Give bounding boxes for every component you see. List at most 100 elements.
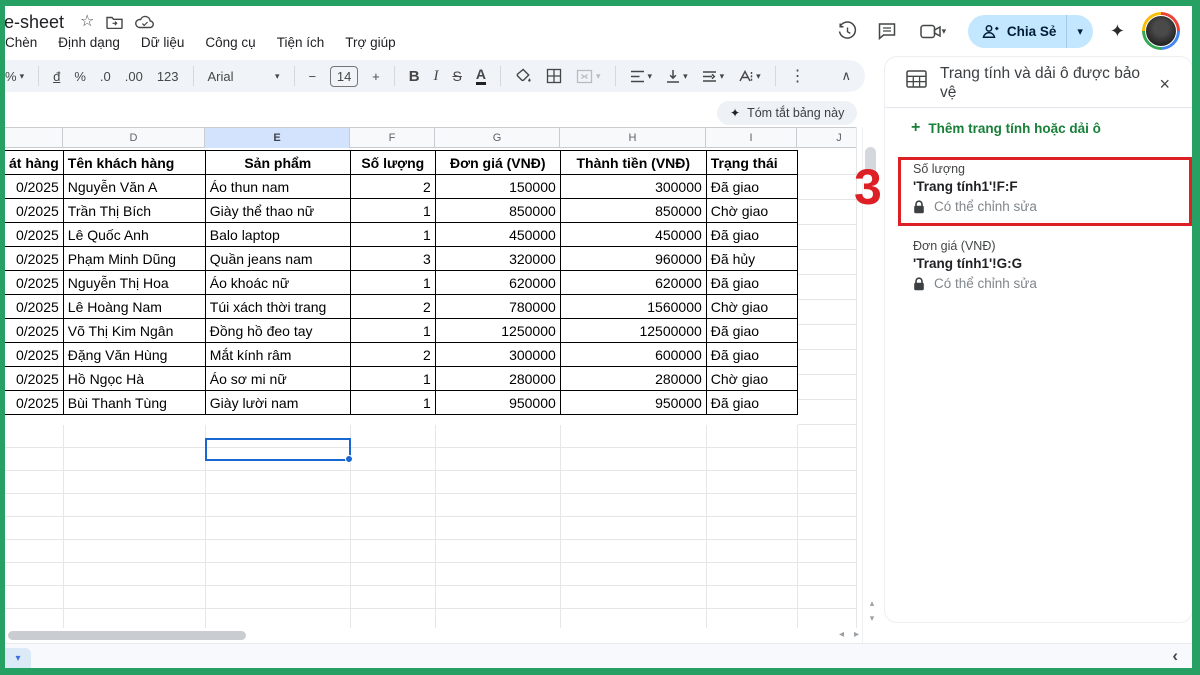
number-format-button[interactable]: 123 [157, 69, 179, 84]
currency-format-button[interactable]: đ [53, 69, 60, 84]
horizontal-scrollbar-thumb[interactable] [8, 631, 246, 640]
table-cell[interactable]: 450000 [435, 223, 560, 247]
table-cell[interactable]: Đã giao [706, 175, 797, 199]
collapse-toolbar-icon[interactable]: ∧ [841, 68, 851, 84]
menu-tools[interactable]: Công cụ [205, 35, 255, 50]
gemini-sparkle-icon[interactable]: ✦ [1110, 21, 1125, 42]
header-customer-name[interactable]: Tên khách hàng [63, 151, 205, 175]
table-cell[interactable]: Giày thể thao nữ [205, 199, 350, 223]
column-header-H[interactable]: H [560, 128, 706, 148]
table-cell[interactable]: 280000 [435, 367, 560, 391]
header-unit-price[interactable]: Đơn giá (VNĐ) [435, 151, 560, 175]
menu-format[interactable]: Định dạng [58, 35, 120, 50]
table-cell[interactable]: 280000 [560, 367, 706, 391]
table-cell[interactable]: 450000 [560, 223, 706, 247]
active-cell-E13[interactable] [205, 438, 351, 461]
header-status[interactable]: Trạng thái [706, 151, 797, 175]
protected-range-item-so-luong[interactable]: Số lượng 'Trang tính1'!F:F Có thể chỉnh … [913, 162, 1163, 214]
italic-button[interactable]: I [434, 68, 439, 85]
table-cell[interactable]: 3 [350, 247, 435, 271]
table-cell[interactable]: 620000 [435, 271, 560, 295]
table-cell[interactable]: 1250000 [435, 319, 560, 343]
percent-format-button[interactable]: % [74, 69, 86, 84]
document-title[interactable]: e-sheet [5, 12, 64, 33]
header-order-date[interactable]: át hàng [5, 151, 63, 175]
decrease-decimals-button[interactable]: .0 [100, 69, 111, 84]
fill-handle[interactable] [345, 455, 353, 463]
table-cell[interactable]: Bùi Thanh Tùng [63, 391, 205, 415]
borders-button[interactable] [546, 68, 562, 84]
table-cell[interactable]: 0/2025 [5, 175, 63, 199]
fill-color-button[interactable] [515, 68, 532, 85]
scroll-up-icon[interactable]: ▴ [870, 598, 875, 609]
table-cell[interactable]: 600000 [560, 343, 706, 367]
table-cell[interactable]: Đặng Văn Hùng [63, 343, 205, 367]
font-family-select[interactable]: Arial ▾ [208, 69, 280, 84]
table-cell[interactable]: Giày lười nam [205, 391, 350, 415]
table-cell[interactable]: 0/2025 [5, 367, 63, 391]
table-cell[interactable]: Phạm Minh Dũng [63, 247, 205, 271]
text-wrap-button[interactable]: ▾ [702, 70, 725, 83]
merge-cells-button[interactable]: ▾ [576, 69, 601, 84]
table-cell[interactable]: 2 [350, 343, 435, 367]
table-cell[interactable]: 300000 [435, 343, 560, 367]
table-cell[interactable]: 0/2025 [5, 319, 63, 343]
table-cell[interactable]: 780000 [435, 295, 560, 319]
table-cell[interactable]: Đã giao [706, 391, 797, 415]
protected-range-item-don-gia[interactable]: Đơn giá (VNĐ) 'Trang tính1'!G:G Có thể c… [913, 239, 1163, 291]
video-call-caret-icon[interactable]: ▾ [942, 26, 947, 37]
table-cell[interactable]: Áo sơ mi nữ [205, 367, 350, 391]
increase-font-size-button[interactable]: + [372, 69, 380, 84]
table-cell[interactable]: Đã hủy [706, 247, 797, 271]
menu-help[interactable]: Trợ giúp [345, 35, 395, 50]
table-cell[interactable]: 0/2025 [5, 271, 63, 295]
avatar[interactable] [1142, 12, 1180, 50]
close-panel-icon[interactable]: × [1159, 74, 1170, 95]
zoom-select[interactable]: % ▾ [5, 69, 24, 84]
table-cell[interactable]: Đã giao [706, 343, 797, 367]
table-cell[interactable]: 850000 [560, 199, 706, 223]
table-cell[interactable]: 960000 [560, 247, 706, 271]
column-header-F[interactable]: F [350, 128, 435, 148]
column-header-C-partial[interactable] [5, 128, 63, 148]
text-color-button[interactable]: A [476, 67, 486, 85]
video-call-icon[interactable]: ▾ [915, 20, 951, 42]
table-cell[interactable]: Đã giao [706, 271, 797, 295]
table-cell[interactable]: Balo laptop [205, 223, 350, 247]
table-cell[interactable]: Áo khoác nữ [205, 271, 350, 295]
bold-button[interactable]: B [409, 68, 420, 85]
table-cell[interactable]: 12500000 [560, 319, 706, 343]
header-quantity[interactable]: Số lượng [350, 151, 435, 175]
comments-icon[interactable] [876, 20, 898, 42]
table-cell[interactable]: 1560000 [560, 295, 706, 319]
menu-data[interactable]: Dữ liệu [141, 35, 185, 50]
star-icon[interactable]: ☆ [80, 14, 94, 30]
scroll-left-icon[interactable]: ◂ [839, 629, 844, 640]
decrease-font-size-button[interactable]: − [309, 69, 317, 84]
table-cell[interactable]: 320000 [435, 247, 560, 271]
table-cell[interactable]: 150000 [435, 175, 560, 199]
table-cell[interactable]: 0/2025 [5, 295, 63, 319]
table-cell[interactable]: Chờ giao [706, 367, 797, 391]
summarize-table-chip[interactable]: ✦ Tóm tắt bảng này [717, 101, 857, 125]
column-header-J[interactable]: J [797, 128, 857, 148]
move-folder-icon[interactable] [106, 15, 123, 29]
column-header-E-selected[interactable]: E [205, 128, 350, 148]
table-cell[interactable]: 1 [350, 319, 435, 343]
table-cell[interactable]: 620000 [560, 271, 706, 295]
share-button[interactable]: Chia Sẻ ▾ [968, 15, 1093, 48]
column-header-G[interactable]: G [435, 128, 560, 148]
strikethrough-button[interactable]: S [453, 68, 462, 84]
table-cell[interactable]: 850000 [435, 199, 560, 223]
table-cell[interactable]: Áo thun nam [205, 175, 350, 199]
menu-extensions[interactable]: Tiện ích [277, 35, 325, 50]
table-cell[interactable]: 0/2025 [5, 223, 63, 247]
table-cell[interactable]: 950000 [560, 391, 706, 415]
table-cell[interactable]: 300000 [560, 175, 706, 199]
column-header-I[interactable]: I [706, 128, 797, 148]
table-cell[interactable]: 2 [350, 175, 435, 199]
header-total[interactable]: Thành tiền (VNĐ) [560, 151, 706, 175]
table-cell[interactable]: 0/2025 [5, 247, 63, 271]
menu-insert[interactable]: Chèn [5, 35, 37, 50]
more-options-icon[interactable]: ⋮ [790, 66, 806, 86]
